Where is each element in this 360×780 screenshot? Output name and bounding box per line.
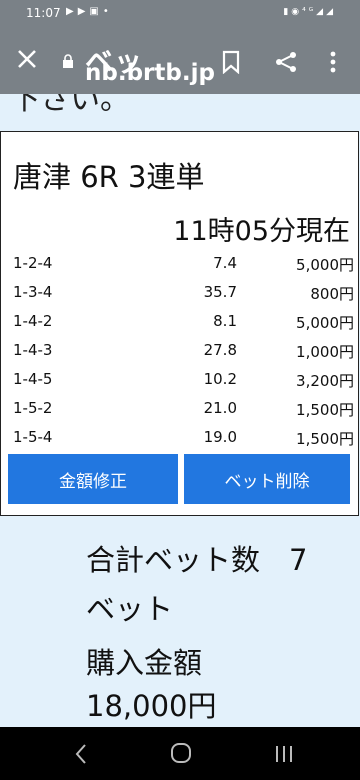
bet-odds: 27.8: [203, 341, 237, 359]
bet-amount: 3,200円: [296, 372, 354, 390]
system-icons: ▮◉⁴ᴳ◢◢: [283, 7, 336, 17]
bet-amount: 1,500円: [296, 430, 354, 448]
bet-row: 1-3-4 35.7 800円: [1, 278, 358, 307]
more-options-icon[interactable]: [326, 48, 340, 76]
status-time: 11:07: [26, 6, 61, 20]
bet-odds: 21.0: [203, 399, 237, 417]
bet-combination: 1-5-4: [13, 428, 53, 446]
total-bets-label: 合計ベット数 7: [86, 543, 308, 577]
scrolled-text-region: 下さい。: [0, 94, 360, 124]
close-icon[interactable]: [14, 46, 40, 72]
lock-icon: [63, 54, 73, 68]
bet-list: 1-2-4 7.4 5,000円 1-3-4 35.7 800円 1-4-2 8…: [1, 249, 358, 452]
bet-amount: 1,500円: [296, 401, 354, 419]
bet-row: 1-4-5 10.2 3,200円: [1, 365, 358, 394]
bet-row: 1-4-2 8.1 5,000円: [1, 307, 358, 336]
system-nav-bar: [0, 727, 360, 780]
bet-odds: 35.7: [203, 283, 237, 301]
browser-toolbar: ベッ nb.brtb.jp: [0, 28, 360, 94]
bet-combination: 1-4-2: [13, 312, 53, 330]
bet-odds: 10.2: [203, 370, 237, 388]
bet-combination: 1-4-3: [13, 341, 53, 359]
bet-row: 1-5-2 21.0 1,500円: [1, 394, 358, 423]
bet-amount: 5,000円: [296, 314, 354, 332]
purchase-amount-value: 18,000円: [86, 689, 217, 723]
bet-odds: 19.0: [203, 428, 237, 446]
bet-combination: 1-5-2: [13, 399, 53, 417]
bet-odds: 8.1: [213, 312, 237, 330]
instruction-text: 下さい。: [10, 94, 130, 117]
delete-bet-button[interactable]: ベット削除: [184, 454, 350, 504]
back-icon[interactable]: [74, 743, 88, 765]
odds-timestamp: 11時05分現在: [173, 216, 350, 247]
total-bets-unit: ベット: [86, 592, 174, 626]
bet-combination: 1-3-4: [13, 283, 53, 301]
edit-amount-button[interactable]: 金額修正: [8, 454, 178, 504]
bet-row: 1-2-4 7.4 5,000円: [1, 249, 358, 278]
race-title: 唐津 6R 3連単: [13, 160, 205, 194]
bet-odds: 7.4: [213, 254, 237, 272]
purchase-amount-label: 購入金額: [86, 646, 203, 680]
bet-combination: 1-2-4: [13, 254, 53, 272]
bet-row: 1-5-4 19.0 1,500円: [1, 423, 358, 452]
bookmark-icon[interactable]: [220, 50, 242, 74]
notification-icons: ▶▶▣•: [66, 6, 113, 17]
bet-amount: 800円: [310, 285, 354, 303]
share-icon[interactable]: [274, 50, 298, 74]
recent-apps-icon[interactable]: [273, 744, 295, 764]
bet-combination: 1-4-5: [13, 370, 53, 388]
bet-amount: 1,000円: [296, 343, 354, 361]
bet-row: 1-4-3 27.8 1,000円: [1, 336, 358, 365]
home-icon[interactable]: [170, 742, 192, 764]
status-bar: 11:07 ▶▶▣• ▮◉⁴ᴳ◢◢: [0, 0, 360, 28]
bet-card: 唐津 6R 3連単 11時05分現在 1-2-4 7.4 5,000円 1-3-…: [0, 131, 359, 516]
url-bar[interactable]: nb.brtb.jp: [85, 60, 215, 86]
bet-amount: 5,000円: [296, 256, 354, 274]
